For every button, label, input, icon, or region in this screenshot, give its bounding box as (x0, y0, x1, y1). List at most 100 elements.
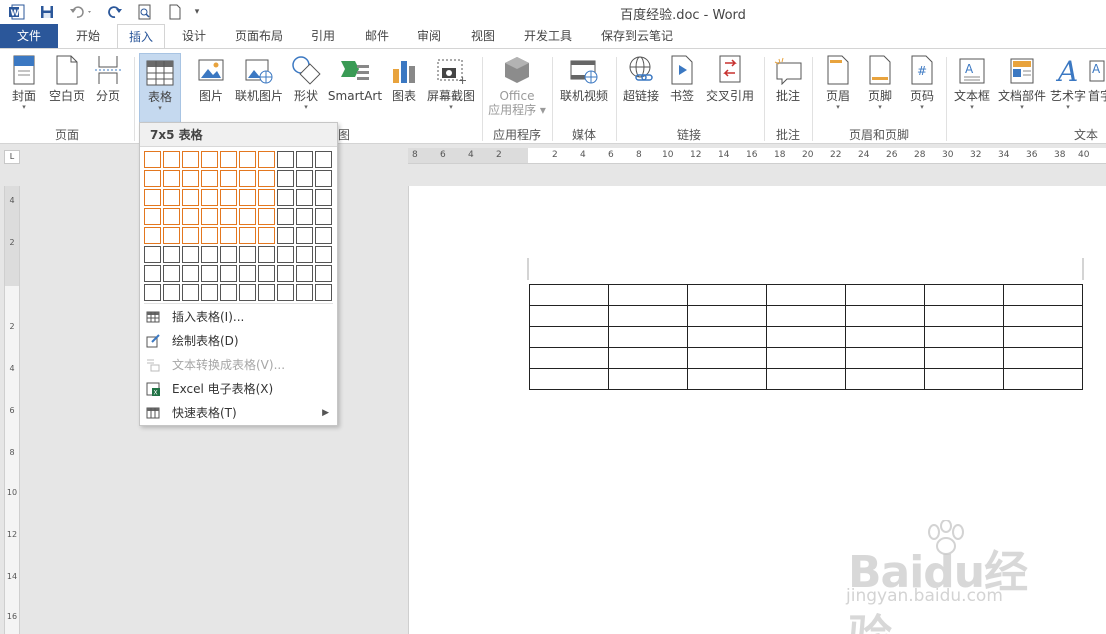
grid-cell[interactable] (201, 284, 218, 301)
grid-cell[interactable] (296, 151, 313, 168)
tab-file[interactable]: 文件 (0, 24, 58, 48)
chart-button[interactable]: 图表 (388, 53, 420, 119)
vertical-ruler[interactable]: 4 2 2 4 6 8 10 12 14 16 (4, 186, 20, 634)
grid-cell[interactable] (296, 265, 313, 282)
grid-cell[interactable] (220, 284, 237, 301)
table-cell[interactable] (766, 347, 846, 369)
grid-cell[interactable] (163, 227, 180, 244)
table-cell[interactable] (845, 284, 925, 306)
shapes-button[interactable]: 形状 ▾ (289, 53, 323, 119)
menu-text-to-table[interactable]: 文本转换成表格(V)... (140, 353, 337, 377)
grid-cell[interactable] (239, 170, 256, 187)
menu-draw-table[interactable]: 绘制表格(D) (140, 329, 337, 353)
grid-cell[interactable] (277, 265, 294, 282)
grid-cell[interactable] (258, 265, 275, 282)
table-cell[interactable] (608, 305, 688, 327)
table-cell[interactable] (845, 326, 925, 348)
grid-cell[interactable] (296, 189, 313, 206)
grid-cell[interactable] (296, 208, 313, 225)
drop-cap-button[interactable]: A 首字 (1088, 53, 1106, 119)
grid-cell[interactable] (201, 265, 218, 282)
grid-cell[interactable] (277, 170, 294, 187)
table-cell[interactable] (1003, 284, 1083, 306)
page-number-button[interactable]: # 页码 ▾ (904, 53, 940, 119)
grid-cell[interactable] (182, 246, 199, 263)
grid-cell[interactable] (144, 208, 161, 225)
wordart-button[interactable]: A 艺术字 ▾ (1048, 53, 1088, 119)
grid-cell[interactable] (239, 151, 256, 168)
table-cell[interactable] (608, 347, 688, 369)
menu-insert-table[interactable]: 插入表格(I)... (140, 305, 337, 329)
grid-cell[interactable] (296, 227, 313, 244)
table-cell[interactable] (529, 368, 609, 390)
smartart-button[interactable]: SmartArt (327, 53, 383, 119)
grid-cell[interactable] (220, 265, 237, 282)
table-cell[interactable] (845, 368, 925, 390)
grid-cell[interactable] (315, 208, 332, 225)
grid-cell[interactable] (258, 227, 275, 244)
tab-references[interactable]: 引用 (300, 24, 346, 48)
table-cell[interactable] (1003, 305, 1083, 327)
tab-selector[interactable]: L (4, 150, 20, 164)
tab-developer[interactable]: 开发工具 (514, 24, 582, 48)
picture-button[interactable]: 图片 (194, 53, 228, 119)
grid-cell[interactable] (144, 170, 161, 187)
footer-button[interactable]: 页脚 ▾ (862, 53, 898, 119)
tab-view[interactable]: 视图 (460, 24, 506, 48)
table-cell[interactable] (687, 326, 767, 348)
grid-cell[interactable] (277, 151, 294, 168)
grid-cell[interactable] (277, 284, 294, 301)
grid-cell[interactable] (258, 284, 275, 301)
grid-cell[interactable] (220, 170, 237, 187)
table-cell[interactable] (529, 326, 609, 348)
table-cell[interactable] (687, 347, 767, 369)
grid-cell[interactable] (182, 227, 199, 244)
grid-cell[interactable] (201, 208, 218, 225)
grid-cell[interactable] (163, 170, 180, 187)
header-button[interactable]: 页眉 ▾ (818, 53, 858, 119)
table-cell[interactable] (766, 305, 846, 327)
grid-cell[interactable] (201, 189, 218, 206)
grid-cell[interactable] (239, 227, 256, 244)
grid-cell[interactable] (239, 265, 256, 282)
table-cell[interactable] (845, 305, 925, 327)
table-cell[interactable] (687, 284, 767, 306)
tab-design[interactable]: 设计 (170, 24, 218, 48)
table-cell[interactable] (529, 305, 609, 327)
grid-cell[interactable] (296, 284, 313, 301)
blank-page-button[interactable]: 空白页 (46, 53, 88, 119)
cross-reference-button[interactable]: 交叉引用 (702, 53, 758, 119)
grid-cell[interactable] (239, 284, 256, 301)
text-box-button[interactable]: A 文本框 ▾ (950, 53, 994, 119)
table-cell[interactable] (529, 347, 609, 369)
screenshot-button[interactable]: + 屏幕截图 ▾ (424, 53, 478, 119)
grid-cell[interactable] (277, 189, 294, 206)
document-table[interactable] (529, 284, 1083, 390)
grid-cell[interactable] (144, 151, 161, 168)
grid-cell[interactable] (163, 246, 180, 263)
grid-cell[interactable] (277, 227, 294, 244)
grid-cell[interactable] (220, 246, 237, 263)
table-cell[interactable] (1003, 326, 1083, 348)
grid-cell[interactable] (239, 189, 256, 206)
grid-cell[interactable] (201, 170, 218, 187)
grid-cell[interactable] (144, 284, 161, 301)
grid-cell[interactable] (182, 284, 199, 301)
grid-cell[interactable] (201, 151, 218, 168)
grid-cell[interactable] (239, 246, 256, 263)
grid-cell[interactable] (220, 208, 237, 225)
grid-cell[interactable] (201, 227, 218, 244)
grid-cell[interactable] (315, 284, 332, 301)
table-cell[interactable] (766, 368, 846, 390)
grid-cell[interactable] (258, 170, 275, 187)
grid-cell[interactable] (163, 189, 180, 206)
online-video-button[interactable]: 联机视频 (556, 53, 612, 119)
bookmark-button[interactable]: 书签 (666, 53, 698, 119)
table-cell[interactable] (1003, 368, 1083, 390)
grid-cell[interactable] (182, 189, 199, 206)
tab-home[interactable]: 开始 (62, 24, 114, 48)
grid-cell[interactable] (258, 208, 275, 225)
grid-cell[interactable] (144, 227, 161, 244)
grid-cell[interactable] (163, 208, 180, 225)
grid-cell[interactable] (182, 265, 199, 282)
